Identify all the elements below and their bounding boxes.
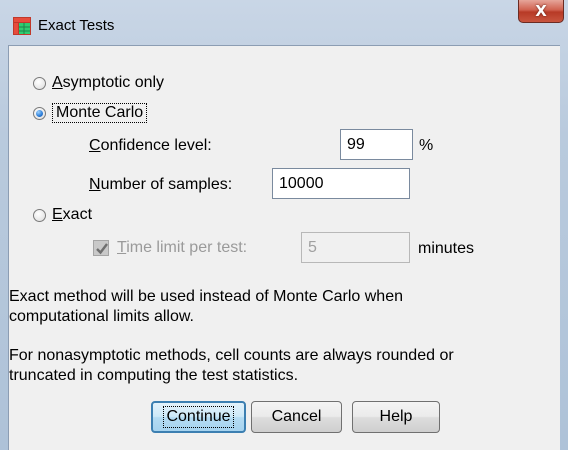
- radio-asymptotic-only[interactable]: Asymptotic only: [33, 74, 164, 92]
- radio-exact[interactable]: Exact: [33, 206, 92, 224]
- close-icon: X: [535, 2, 547, 20]
- confidence-level-input[interactable]: 99: [340, 129, 413, 160]
- time-limit-checkbox[interactable]: [93, 240, 109, 256]
- dialog-window: Exact Tests X Asymptotic only Monte Carl…: [0, 0, 568, 450]
- time-limit-input[interactable]: 5: [301, 232, 410, 263]
- note-line: Exact method will be used instead of Mon…: [9, 288, 403, 305]
- radio-button-unchecked[interactable]: [33, 208, 46, 222]
- title-bar[interactable]: Exact Tests X: [0, 0, 568, 44]
- radio-monte-carlo[interactable]: Monte Carlo: [33, 103, 148, 123]
- continue-button[interactable]: Continue: [151, 401, 246, 433]
- number-of-samples-input[interactable]: 10000: [272, 168, 410, 199]
- continue-button-label: Continue: [163, 406, 234, 428]
- checkmark-icon: [96, 243, 108, 255]
- cancel-button[interactable]: Cancel: [251, 401, 342, 433]
- close-button[interactable]: X: [518, 0, 564, 23]
- radio-button-checked[interactable]: [33, 106, 46, 120]
- note-line: For nonasymptotic methods, cell counts a…: [9, 347, 454, 364]
- exact-method-note: Exact method will be used instead of Mon…: [9, 287, 403, 327]
- cancel-button-label: Cancel: [271, 408, 322, 425]
- confidence-level-label: Confidence level:: [89, 137, 212, 154]
- spss-table-icon: [13, 17, 31, 35]
- number-of-samples-label: Number of samples:: [89, 176, 233, 193]
- dialog-content: Asymptotic only Monte Carlo Confidence l…: [8, 45, 560, 450]
- note-line: truncated in computing the test statisti…: [9, 367, 299, 384]
- minutes-unit-label: minutes: [418, 240, 475, 257]
- percent-unit-label: %: [419, 137, 434, 154]
- window-title: Exact Tests: [38, 17, 115, 34]
- radio-label-exact: Exact: [52, 206, 93, 223]
- time-limit-label: Time limit per test:: [117, 239, 248, 256]
- help-button-label: Help: [379, 408, 413, 425]
- radio-label-monte-carlo: Monte Carlo: [52, 103, 148, 123]
- radio-button-unchecked[interactable]: [33, 76, 46, 90]
- help-button[interactable]: Help: [352, 401, 440, 433]
- nonasymptotic-note: For nonasymptotic methods, cell counts a…: [9, 346, 454, 386]
- radio-label-asymptotic: Asymptotic only: [52, 74, 165, 91]
- note-line: computational limits allow.: [9, 308, 194, 325]
